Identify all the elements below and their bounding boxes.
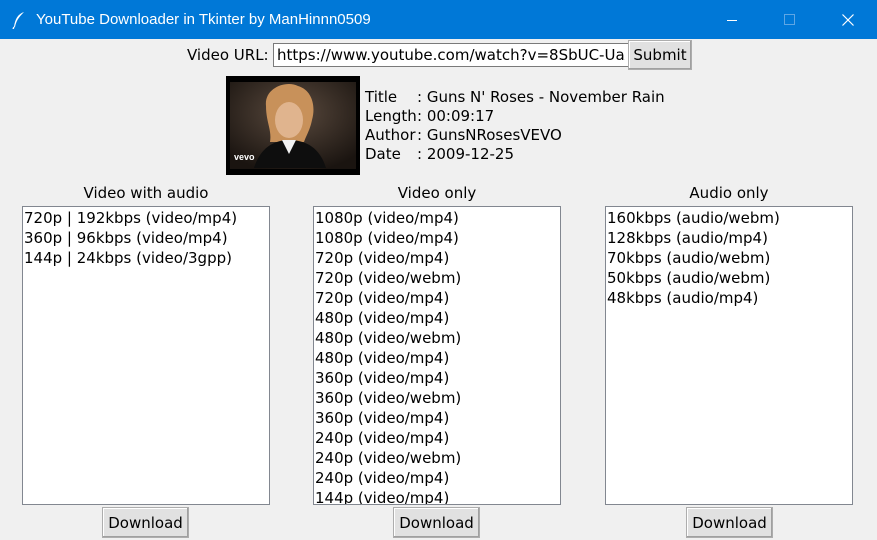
info-author-key: Author [365,126,416,144]
submit-button[interactable]: Submit [628,40,692,70]
video-audio-listbox[interactable]: 720p | 192kbps (video/mp4) 360p | 96kbps … [22,206,270,505]
url-input[interactable] [273,43,629,67]
video-info: Title : Guns N' Roses - November Rain Le… [365,88,665,164]
info-length-key: Length [365,107,417,125]
list-item[interactable]: 160kbps (audio/webm) [606,208,852,228]
info-title-value: : Guns N' Roses - November Rain [417,88,665,106]
window-titlebar[interactable]: YouTube Downloader in Tkinter by ManHinn… [0,0,877,39]
info-author-value: : GunsNRosesVEVO [417,126,562,144]
list-item[interactable]: 720p (video/mp4) [314,288,560,308]
list-item[interactable]: 240p (video/webm) [314,448,560,468]
maximize-icon [784,13,795,25]
list-item[interactable]: 50kbps (audio/webm) [606,268,852,288]
audio-only-heading: Audio only [689,184,769,202]
window-title: YouTube Downloader in Tkinter by ManHinn… [36,11,371,28]
info-title-row: Title : Guns N' Roses - November Rain [365,88,665,107]
list-item[interactable]: 360p (video/mp4) [314,408,560,428]
list-item[interactable]: 720p | 192kbps (video/mp4) [23,208,269,228]
list-item[interactable]: 144p | 24kbps (video/3gpp) [23,248,269,268]
url-row: Video URL: Submit [0,40,877,72]
list-item[interactable]: 720p (video/webm) [314,268,560,288]
video-audio-heading: Video with audio [83,184,209,202]
info-date-key: Date [365,145,401,163]
maximize-button[interactable] [761,0,819,39]
list-item[interactable]: 480p (video/webm) [314,328,560,348]
url-label: Video URL: [187,46,269,64]
list-item[interactable]: 128kbps (audio/mp4) [606,228,852,248]
info-author-row: Author : GunsNRosesVEVO [365,126,665,145]
list-item[interactable]: 70kbps (audio/webm) [606,248,852,268]
list-item[interactable]: 360p (video/webm) [314,388,560,408]
close-button[interactable] [819,0,877,39]
list-item[interactable]: 360p | 96kbps (video/mp4) [23,228,269,248]
download-audio-only-button[interactable]: Download [686,507,773,538]
close-icon [842,13,854,26]
info-length-row: Length : 00:09:17 [365,107,665,126]
feather-icon [11,11,27,29]
minimize-icon [727,19,737,21]
list-item[interactable]: 240p (video/mp4) [314,428,560,448]
info-title-key: Title [365,88,398,106]
info-length-value: : 00:09:17 [417,107,495,125]
thumbnail-watermark: vevo [234,152,255,162]
video-only-heading: Video only [397,184,477,202]
download-video-only-button[interactable]: Download [393,507,480,538]
list-item[interactable]: 480p (video/mp4) [314,308,560,328]
list-item[interactable]: 720p (video/mp4) [314,248,560,268]
list-item[interactable]: 144p (video/mp4) [314,488,560,504]
window-controls [703,0,877,39]
info-date-value: : 2009-12-25 [417,145,514,163]
video-thumbnail: vevo [226,76,360,175]
list-item[interactable]: 48kbps (audio/mp4) [606,288,852,308]
list-item[interactable]: 1080p (video/mp4) [314,208,560,228]
info-date-row: Date : 2009-12-25 [365,145,665,164]
audio-only-listbox[interactable]: 160kbps (audio/webm) 128kbps (audio/mp4) 7… [605,206,853,505]
list-item[interactable]: 1080p (video/mp4) [314,228,560,248]
list-item[interactable]: 240p (video/mp4) [314,468,560,488]
minimize-button[interactable] [703,0,761,39]
list-item[interactable]: 480p (video/mp4) [314,348,560,368]
video-only-listbox[interactable]: 1080p (video/mp4) 1080p (video/mp4) 720p (… [313,206,561,505]
download-video-audio-button[interactable]: Download [102,507,189,538]
list-item[interactable]: 360p (video/mp4) [314,368,560,388]
